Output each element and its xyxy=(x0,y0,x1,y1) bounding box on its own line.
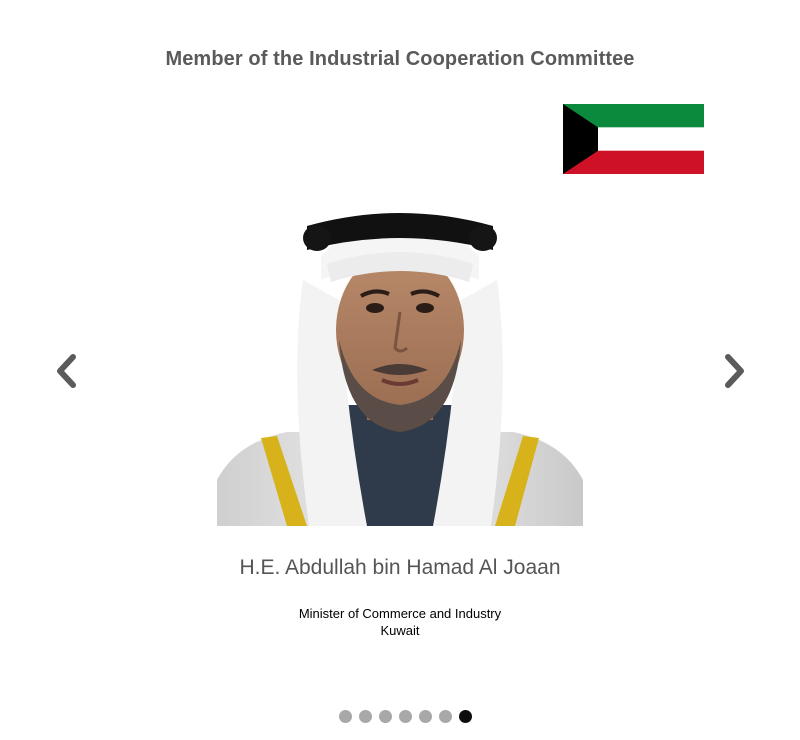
chevron-left-icon xyxy=(57,354,76,388)
member-carousel: Member of the Industrial Cooperation Com… xyxy=(0,0,800,740)
previous-slide-button[interactable] xyxy=(51,352,81,390)
chevron-right-icon xyxy=(725,354,744,388)
pagination-dot[interactable] xyxy=(458,710,472,723)
pagination-dot[interactable] xyxy=(338,710,352,723)
member-photo xyxy=(217,180,583,526)
pagination-dot[interactable] xyxy=(438,710,452,723)
pagination-dot[interactable] xyxy=(398,710,412,723)
kuwait-flag-icon xyxy=(563,104,704,174)
carousel-pagination xyxy=(0,710,800,723)
member-name: H.E. Abdullah bin Hamad Al Joaan xyxy=(239,556,561,579)
member-role: Minister of Commerce and Industry xyxy=(298,606,502,621)
pagination-dot[interactable] xyxy=(418,710,432,723)
pagination-dot[interactable] xyxy=(358,710,372,723)
member-country: Kuwait xyxy=(380,623,420,638)
section-heading: Member of the Industrial Cooperation Com… xyxy=(165,48,635,70)
next-slide-button[interactable] xyxy=(720,352,750,390)
pagination-dot[interactable] xyxy=(378,710,392,723)
